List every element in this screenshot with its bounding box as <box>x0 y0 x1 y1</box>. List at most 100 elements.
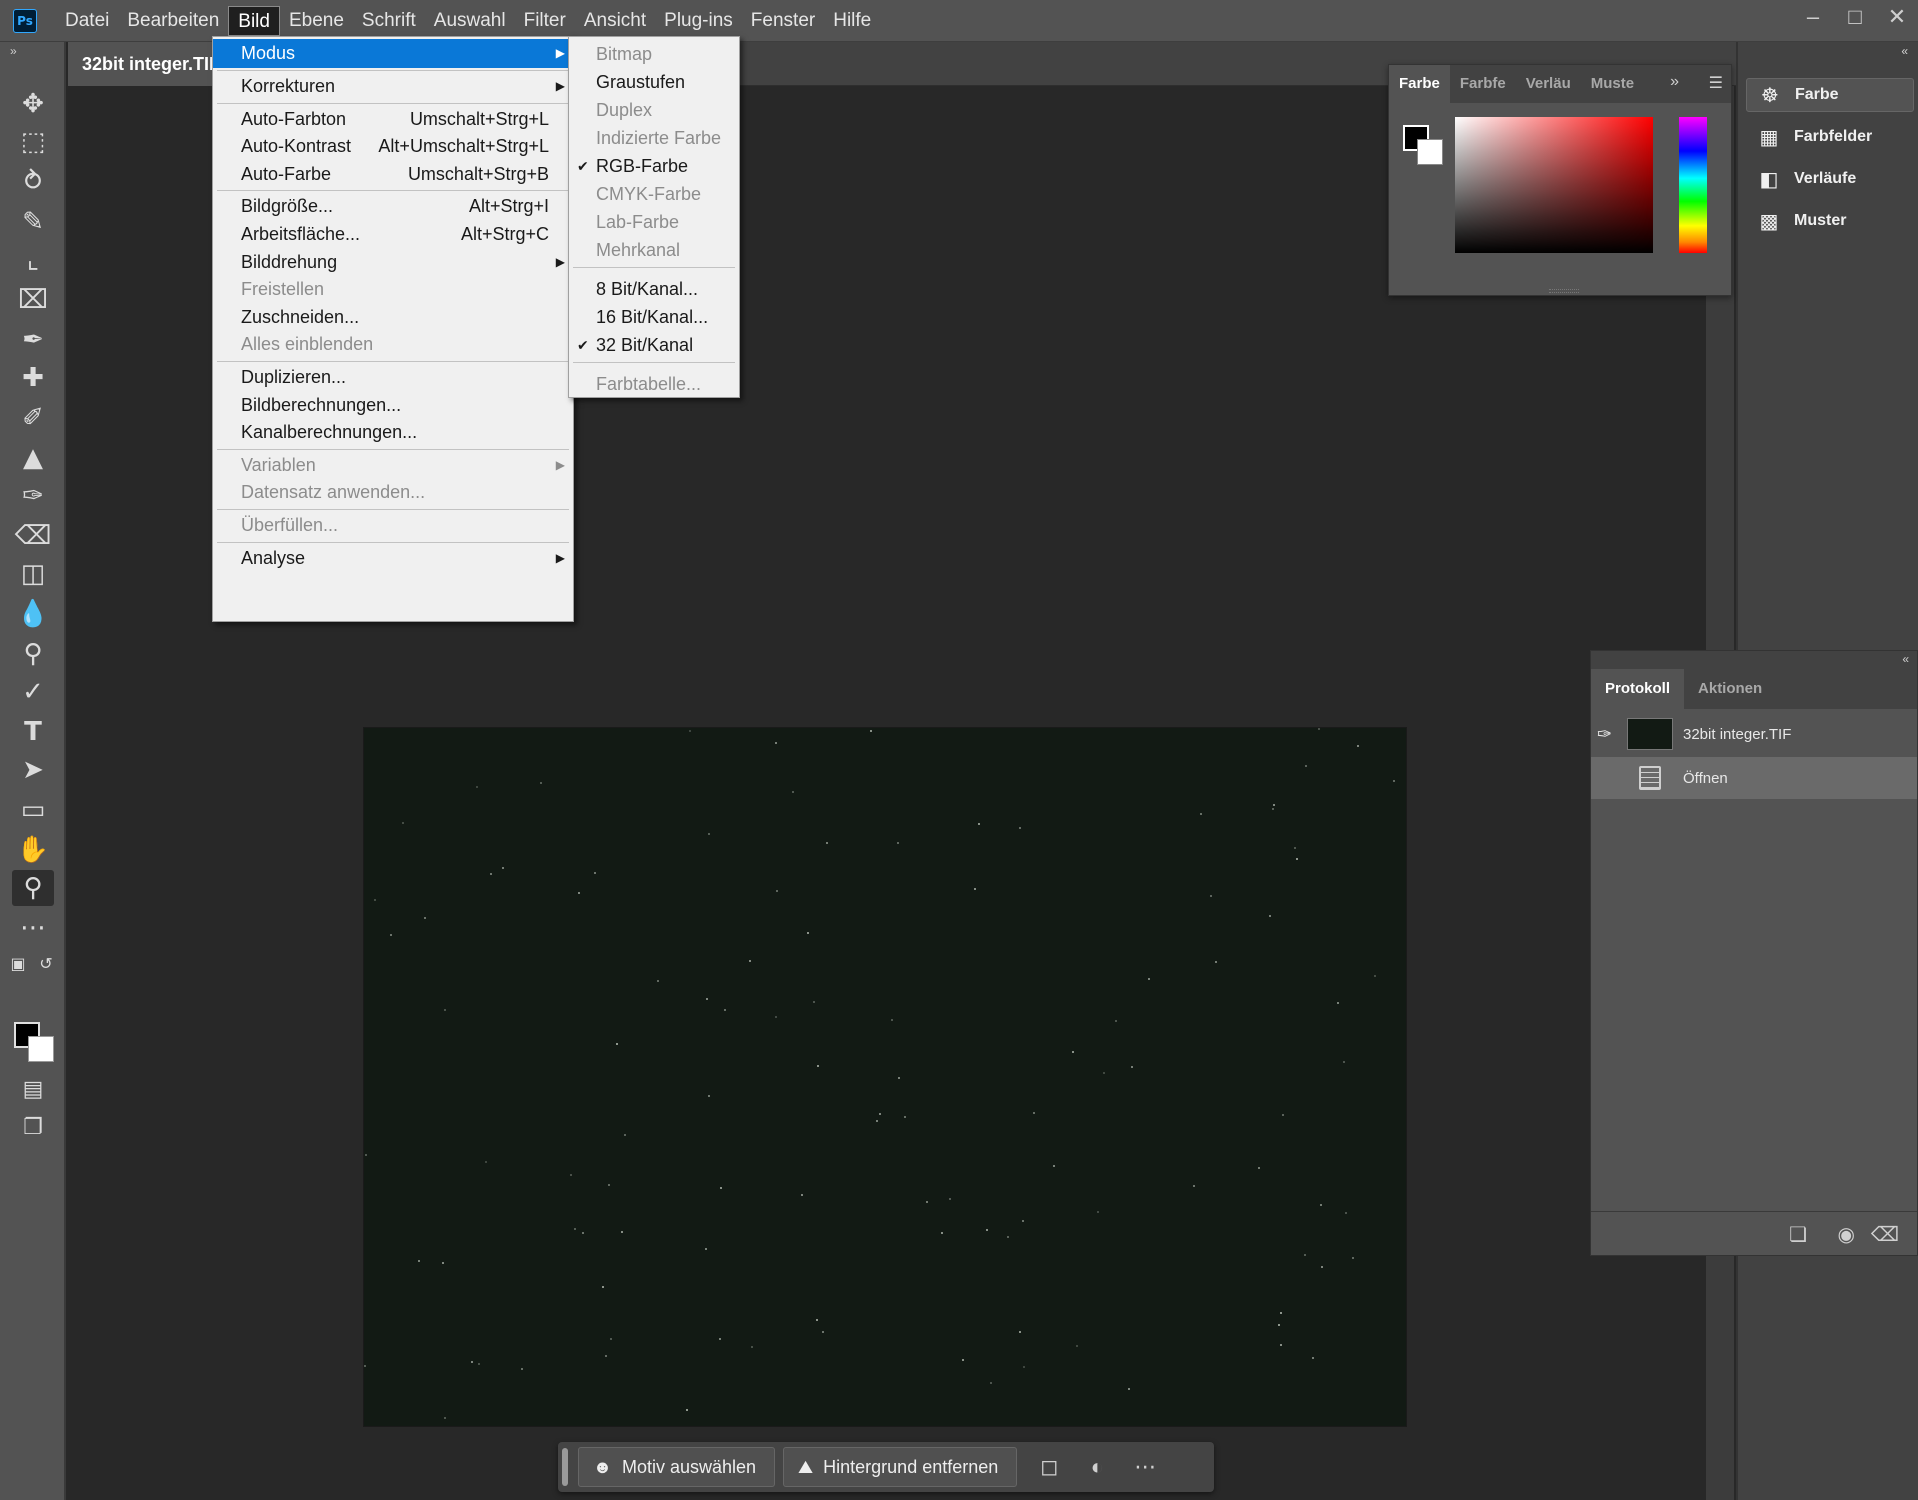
modus-menu-item[interactable]: 16 Bit/Kanal... <box>569 304 739 331</box>
clone-stamp-icon[interactable]: ▲ <box>12 440 54 476</box>
type-icon[interactable]: T <box>12 714 54 750</box>
path-selection-icon[interactable]: ➤ <box>12 752 54 788</box>
quick-selection-icon[interactable]: ✎ <box>12 204 54 240</box>
menu-ansicht[interactable]: Ansicht <box>575 6 655 36</box>
dock-item-farbe[interactable]: ☸ Farbe <box>1746 78 1914 112</box>
history-state-row[interactable]: Öffnen <box>1591 757 1917 799</box>
rectangle-icon[interactable]: ▭ <box>12 792 54 828</box>
transform-icon[interactable]: ◻ <box>1025 1454 1073 1480</box>
bild-menu-item[interactable]: Korrekturen ▶ <box>213 73 573 100</box>
star-pixel <box>826 842 828 844</box>
tab-verlaeufe[interactable]: Verläu <box>1516 65 1581 103</box>
quick-mask-icon[interactable]: ▤ <box>12 1072 54 1108</box>
lasso-icon[interactable]: ⥁ <box>12 164 54 200</box>
expand-toolbar-icon[interactable]: » <box>10 44 17 58</box>
remove-background-button[interactable]: ⛰ Hintergrund entfernen <box>783 1447 1018 1487</box>
collapse-panel-icon[interactable]: « <box>1902 652 1909 666</box>
maximize-icon[interactable]: □ <box>1834 0 1876 36</box>
history-source-checkbox[interactable] <box>1601 771 1615 785</box>
bild-menu-item[interactable]: Bildgröße... Alt+Strg+I <box>213 193 573 220</box>
zoom-icon[interactable]: ⚲ <box>12 870 54 906</box>
marquee-icon[interactable]: ⬚ <box>12 124 54 160</box>
bild-menu-item[interactable]: Arbeitsfläche... Alt+Strg+C <box>213 221 573 248</box>
star-pixel <box>1374 975 1376 977</box>
menu-fenster[interactable]: Fenster <box>742 6 824 36</box>
minimize-icon[interactable]: – <box>1792 0 1834 36</box>
bild-menu-item[interactable]: Kanalberechnungen... <box>213 419 573 446</box>
menu-auswahl[interactable]: Auswahl <box>425 6 515 36</box>
bild-menu-item[interactable]: Duplizieren... <box>213 364 573 391</box>
swap-colors-icon[interactable]: ↺ <box>34 946 58 982</box>
collapse-dock-icon[interactable]: « <box>1901 44 1908 58</box>
modus-menu-item[interactable]: ✔ 32 Bit/Kanal <box>569 332 739 359</box>
dock-item-muster[interactable]: ▩ Muster <box>1746 204 1914 238</box>
paint-bucket-icon[interactable]: ◫ <box>12 556 54 592</box>
star-pixel <box>1305 765 1307 767</box>
more-tools-icon[interactable]: ⋯ <box>12 910 54 946</box>
brush-icon[interactable]: ✐ <box>12 400 54 436</box>
bild-menu-item[interactable]: Zuschneiden... <box>213 304 573 331</box>
menu-item-label: Zuschneiden... <box>241 306 360 327</box>
camera-icon[interactable]: ◉ <box>1838 1222 1855 1247</box>
crop-icon[interactable]: ⌞ <box>12 242 54 278</box>
panel-resize-grip[interactable] <box>1549 289 1579 293</box>
dodge-icon[interactable]: ⚲ <box>12 636 54 672</box>
default-colors-icon[interactable]: ▣ <box>6 946 30 982</box>
adjust-icon[interactable]: ◐ <box>1073 1454 1121 1480</box>
menu-hilfe[interactable]: Hilfe <box>824 6 880 36</box>
new-document-from-state-icon[interactable]: ❏ <box>1789 1222 1807 1247</box>
move-icon[interactable]: ✥ <box>12 86 54 122</box>
bild-menu-item[interactable]: Bildberechnungen... <box>213 392 573 419</box>
modus-menu-item[interactable]: ✔ RGB-Farbe <box>569 153 739 180</box>
star-pixel <box>1215 961 1217 963</box>
trash-icon[interactable]: ⌫ <box>1871 1222 1899 1247</box>
screen-mode-icon[interactable]: ❐ <box>12 1110 54 1146</box>
tab-farbe[interactable]: Farbe <box>1389 65 1450 103</box>
hand-icon[interactable]: ✋ <box>12 832 54 868</box>
tab-muster[interactable]: Muste <box>1581 65 1644 103</box>
bild-menu-item[interactable]: Auto-Farbe Umschalt+Strg+B <box>213 161 573 188</box>
blur-icon[interactable]: 💧 <box>12 596 54 632</box>
document-canvas[interactable] <box>364 728 1406 1426</box>
pen-icon[interactable]: ✓ <box>12 674 54 710</box>
color-panel-background-swatch[interactable] <box>1417 139 1443 165</box>
document-tab[interactable]: 32bit integer.TIF <box>68 42 235 86</box>
hue-slider[interactable] <box>1679 117 1707 253</box>
eraser-icon[interactable]: ⌫ <box>12 518 54 554</box>
bild-menu-item[interactable]: Auto-Kontrast Alt+Umschalt+Strg+L <box>213 133 573 160</box>
dock-item-verlaeufe[interactable]: ◧ Verläufe <box>1746 162 1914 196</box>
history-brush-source-icon[interactable]: ✑ <box>1597 724 1612 745</box>
menu-item-label: Lab-Farbe <box>596 212 680 232</box>
bild-menu-item[interactable]: Auto-Farbton Umschalt+Strg+L <box>213 106 573 133</box>
frame-icon[interactable]: ⌧ <box>12 282 54 318</box>
bild-menu-item[interactable]: Analyse ▶ <box>213 545 573 572</box>
color-saturation-field[interactable] <box>1455 117 1653 253</box>
menu-ebene[interactable]: Ebene <box>280 6 353 36</box>
more-tabs-icon[interactable]: » <box>1670 73 1679 91</box>
star-pixel <box>444 1417 446 1419</box>
background-color-swatch[interactable] <box>28 1036 54 1062</box>
close-icon[interactable]: ✕ <box>1876 0 1918 36</box>
panel-menu-icon[interactable]: ☰ <box>1709 73 1723 93</box>
eyedropper-icon[interactable]: ✒ <box>12 322 54 358</box>
modus-menu-item[interactable]: Graustufen <box>569 69 739 96</box>
bild-menu-item[interactable]: Modus ▶ <box>213 39 573 68</box>
menu-datei[interactable]: Datei <box>56 6 118 36</box>
menu-plug-ins[interactable]: Plug-ins <box>655 6 742 36</box>
healing-brush-icon[interactable]: ✚ <box>12 360 54 396</box>
menu-bearbeiten[interactable]: Bearbeiten <box>118 6 228 36</box>
more-icon[interactable]: ⋯ <box>1121 1454 1169 1480</box>
taskbar-grip[interactable] <box>562 1448 568 1486</box>
menu-bild[interactable]: Bild <box>228 5 280 36</box>
menu-filter[interactable]: Filter <box>515 6 575 36</box>
tab-protokoll[interactable]: Protokoll <box>1591 669 1685 709</box>
tab-aktionen[interactable]: Aktionen <box>1684 669 1776 709</box>
history-snapshot-row[interactable]: ✑ 32bit integer.TIF <box>1591 713 1917 755</box>
history-brush-icon[interactable]: ✑ <box>12 478 54 514</box>
menu-schrift[interactable]: Schrift <box>353 6 425 36</box>
dock-item-farbfelder[interactable]: ▦ Farbfelder <box>1746 120 1914 154</box>
modus-menu-item[interactable]: 8 Bit/Kanal... <box>569 276 739 303</box>
bild-menu-item[interactable]: Bilddrehung ▶ <box>213 249 573 276</box>
select-subject-button[interactable]: ☻ Motiv auswählen <box>578 1447 776 1487</box>
tab-farbfelder[interactable]: Farbfe <box>1450 65 1516 103</box>
